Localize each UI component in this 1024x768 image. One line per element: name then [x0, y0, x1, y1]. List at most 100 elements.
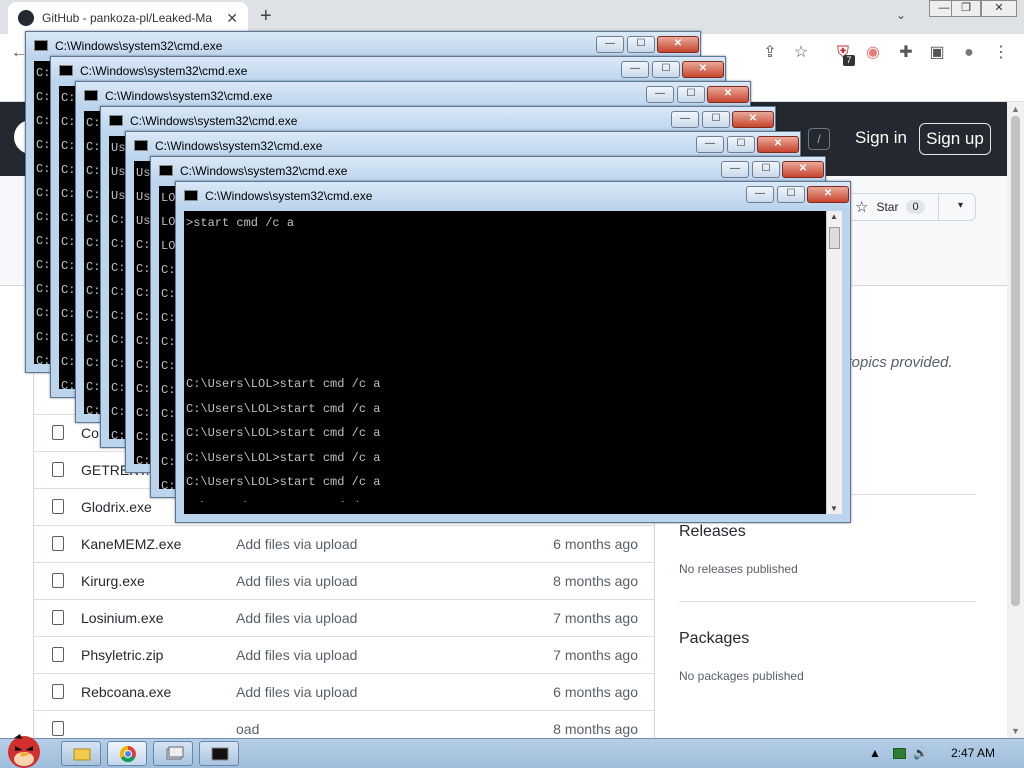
window-close-button[interactable]: ✕: [981, 0, 1017, 17]
file-row[interactable]: Losinium.exe Add files via upload 7 months…: [34, 599, 654, 636]
search-shortcut-key[interactable]: /: [808, 128, 830, 150]
cmd-scrollbar[interactable]: ▲▼: [826, 211, 842, 514]
minimize-button[interactable]: —: [621, 61, 649, 78]
maximize-button[interactable]: ☐: [777, 186, 805, 203]
file-name[interactable]: KaneMEMZ.exe: [81, 536, 181, 552]
maximize-button[interactable]: ☐: [652, 61, 680, 78]
scroll-down-icon[interactable]: ▼: [830, 504, 838, 513]
console-blank: [186, 235, 824, 355]
commit-message[interactable]: Add files via upload: [236, 647, 357, 663]
close-button[interactable]: ✕: [657, 36, 699, 53]
file-name[interactable]: Kirurg.exe: [81, 573, 145, 589]
close-button[interactable]: ✕: [807, 186, 849, 203]
taskbar-cmd[interactable]: [199, 741, 239, 766]
cmd-titlebar[interactable]: C:\Windows\system32\cmd.exe — ☐ ✕: [151, 157, 825, 184]
sign-up-button[interactable]: Sign up: [919, 123, 991, 155]
packages-heading[interactable]: Packages: [679, 630, 749, 648]
window-restore-button[interactable]: ❐: [951, 0, 981, 17]
close-button[interactable]: ✕: [782, 161, 824, 178]
chevron-down-icon[interactable]: ⌄: [896, 8, 906, 22]
maximize-button[interactable]: ☐: [677, 86, 705, 103]
taskbar-chrome[interactable]: [107, 741, 147, 766]
maximize-button[interactable]: ☐: [727, 136, 755, 153]
minimize-button[interactable]: —: [646, 86, 674, 103]
cmd-title: C:\Windows\system32\cmd.exe: [180, 164, 348, 178]
cmd-titlebar[interactable]: C:\Windows\system32\cmd.exe — ☐ ✕: [26, 32, 700, 59]
maximize-button[interactable]: ☐: [702, 111, 730, 128]
close-button[interactable]: ✕: [682, 61, 724, 78]
bookmark-star-icon[interactable]: ☆: [790, 42, 812, 64]
commit-message[interactable]: oad: [236, 721, 259, 737]
extension-icon[interactable]: ◉: [862, 42, 884, 64]
tray-arrow-icon[interactable]: ▲: [869, 746, 881, 760]
cmd-icon[interactable]: [109, 115, 123, 126]
file-name[interactable]: Co: [81, 425, 99, 441]
commit-message[interactable]: Add files via upload: [236, 573, 357, 589]
caret-down-icon[interactable]: ▾: [958, 200, 963, 211]
clock[interactable]: 2:47 AM: [951, 746, 995, 760]
commit-message[interactable]: Add files via upload: [236, 610, 357, 626]
cmd-icon[interactable]: [34, 40, 48, 51]
cmd-titlebar[interactable]: C:\Windows\system32\cmd.exe — ☐ ✕: [51, 57, 725, 84]
side-panel-icon[interactable]: ▣: [926, 42, 948, 64]
maximize-button[interactable]: ☐: [752, 161, 780, 178]
cmd-titlebar[interactable]: C:\Windows\system32\cmd.exe — ☐ ✕: [101, 107, 775, 134]
close-button[interactable]: ✕: [732, 111, 774, 128]
file-name[interactable]: Losinium.exe: [81, 610, 164, 626]
close-tab-icon[interactable]: ✕: [226, 10, 238, 27]
file-name[interactable]: Phsyletric.zip: [81, 647, 163, 663]
cmd-icon[interactable]: [134, 140, 148, 151]
cmd-icon[interactable]: [184, 190, 198, 201]
file-row[interactable]: Phsyletric.zip Add files via upload 7 mont…: [34, 636, 654, 673]
page-scrollbar[interactable]: ▲ ▼: [1007, 102, 1024, 738]
scrollbar-thumb[interactable]: [1011, 116, 1020, 606]
file-row[interactable]: Kirurg.exe Add files via upload 8 months a…: [34, 562, 654, 599]
share-icon[interactable]: ⇪: [759, 42, 781, 64]
close-button[interactable]: ✕: [757, 136, 799, 153]
sign-in-link[interactable]: Sign in: [855, 128, 907, 148]
cmd-icon[interactable]: [59, 65, 73, 76]
file-name[interactable]: Glodrix.exe: [81, 499, 152, 515]
cmd-titlebar[interactable]: C:\Windows\system32\cmd.exe — ☐ ✕: [176, 182, 850, 209]
browser-menu-icon[interactable]: ⋮: [990, 42, 1012, 64]
commit-message[interactable]: Add files via upload: [236, 684, 357, 700]
scroll-up-icon[interactable]: ▲: [830, 212, 838, 221]
minimize-button[interactable]: —: [696, 136, 724, 153]
angry-bird-icon[interactable]: [2, 730, 48, 768]
cmd-window[interactable]: C:\Windows\system32\cmd.exe — ☐ ✕ >start cmd…: [175, 181, 851, 523]
file-icon: [52, 425, 64, 440]
minimize-button[interactable]: —: [671, 111, 699, 128]
taskbar-explorer[interactable]: [61, 741, 101, 766]
file-icon: [52, 536, 64, 551]
maximize-button[interactable]: ☐: [627, 36, 655, 53]
releases-heading[interactable]: Releases: [679, 523, 746, 541]
commit-message[interactable]: Add files via upload: [236, 536, 357, 552]
file-name[interactable]: Rebcoana.exe: [81, 684, 171, 700]
new-tab-button[interactable]: +: [260, 5, 272, 28]
cmd-icon[interactable]: [159, 165, 173, 176]
star-button[interactable]: ☆ Star 0 ▾: [846, 193, 976, 221]
scroll-down-icon[interactable]: ▼: [1011, 726, 1020, 736]
cmd-titlebar[interactable]: C:\Windows\system32\cmd.exe — ☐ ✕: [126, 132, 800, 159]
file-row[interactable]: KaneMEMZ.exe Add files via upload 6 months…: [34, 525, 654, 562]
file-icon: [52, 499, 64, 514]
profile-avatar-icon[interactable]: ●: [958, 42, 980, 64]
minimize-button[interactable]: —: [596, 36, 624, 53]
divider: [679, 601, 976, 602]
cmd-icon[interactable]: [84, 90, 98, 101]
taskbar-window-switcher[interactable]: [153, 741, 193, 766]
minimize-button[interactable]: —: [721, 161, 749, 178]
file-row[interactable]: Rebcoana.exe Add files via upload 6 months…: [34, 673, 654, 710]
network-icon[interactable]: [893, 748, 906, 759]
file-icon: [52, 647, 64, 662]
browser-tab[interactable]: GitHub - pankoza-pl/Leaked-Ma ✕: [8, 2, 248, 34]
close-button[interactable]: ✕: [707, 86, 749, 103]
scroll-up-icon[interactable]: ▲: [1011, 104, 1020, 114]
scrollbar-thumb[interactable]: [829, 227, 840, 249]
minimize-button[interactable]: —: [746, 186, 774, 203]
console-output[interactable]: >start cmd /c a: [184, 211, 826, 514]
volume-icon[interactable]: 🔊: [913, 746, 928, 760]
cmd-titlebar[interactable]: C:\Windows\system32\cmd.exe — ☐ ✕: [76, 82, 750, 109]
commit-age: 6 months ago: [553, 536, 638, 552]
puzzle-extensions-icon[interactable]: ✚: [895, 42, 917, 64]
